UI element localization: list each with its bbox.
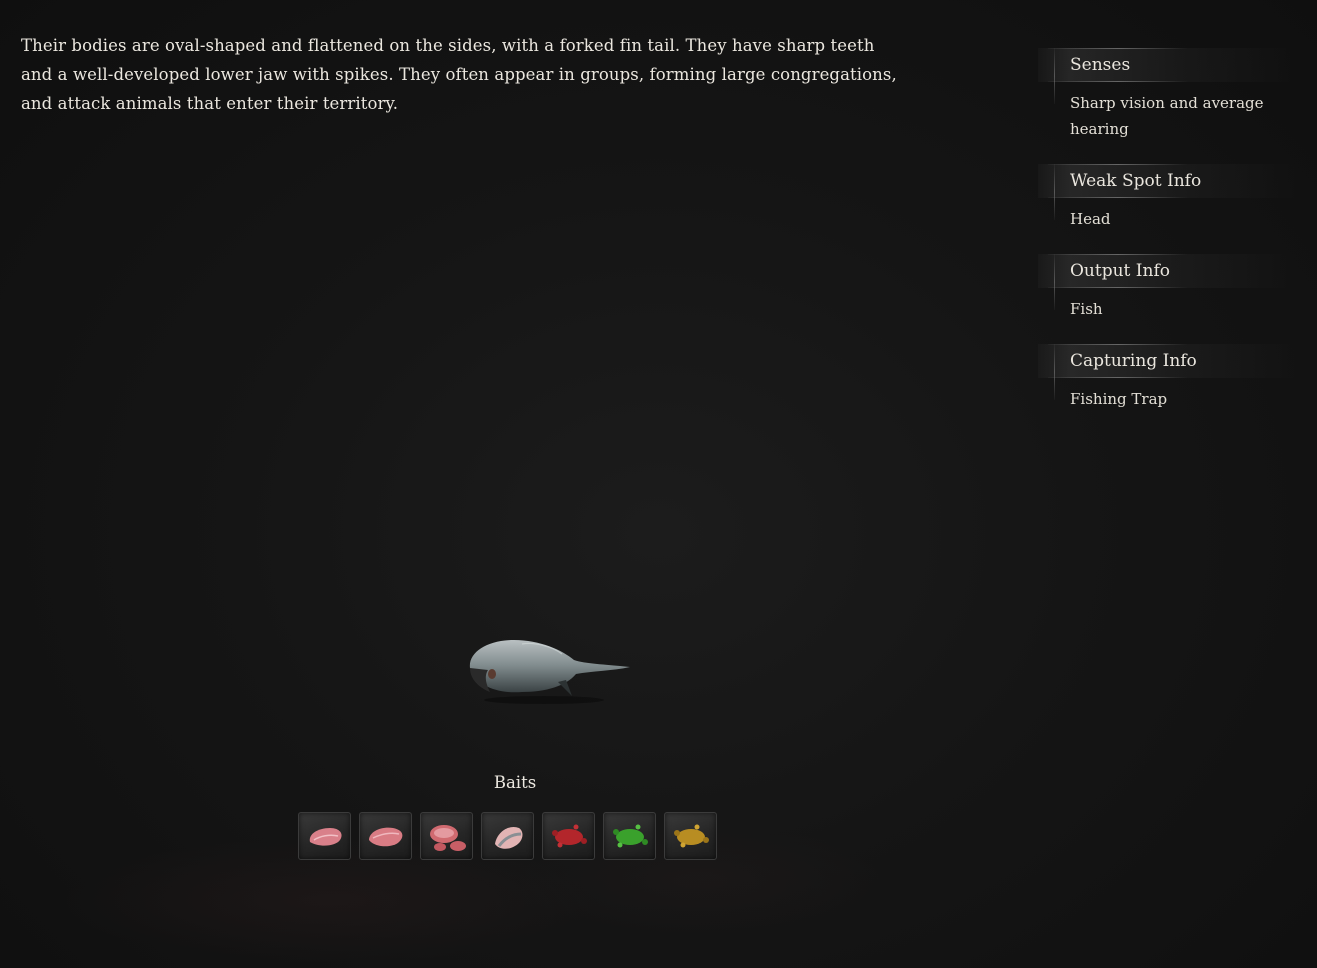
info-value: Head [1070, 210, 1111, 228]
red-bait-splat-icon [551, 824, 587, 848]
green-bait-splat-icon [612, 824, 648, 848]
info-title: Capturing Info [1070, 351, 1197, 371]
info-value: Fishing Trap [1070, 390, 1168, 408]
bait-slot-sliced-meat[interactable] [420, 812, 473, 860]
raw-fish-icon [494, 826, 522, 849]
info-title: Output Info [1070, 261, 1170, 281]
info-value: Fish [1070, 300, 1103, 318]
bait-slot-raw-meat[interactable] [298, 812, 351, 860]
bait-slot-raw-meat-2[interactable] [359, 812, 412, 860]
sliced-meat-icon [429, 825, 466, 851]
info-title: Weak Spot Info [1070, 171, 1202, 191]
raw-meat-icon [368, 827, 402, 847]
info-section-capturing: Capturing Info Fishing Trap [1038, 344, 1298, 412]
baits-label: Baits [493, 773, 537, 792]
info-panel: Senses Sharp vision and average hearing … [1038, 48, 1298, 434]
creature-description: Their bodies are oval-shaped and flatten… [21, 36, 897, 113]
bait-list [298, 812, 717, 860]
info-section-senses: Senses Sharp vision and average hearing [1038, 48, 1298, 142]
fish-model-icon[interactable] [462, 630, 634, 706]
info-section-weak-spot: Weak Spot Info Head [1038, 164, 1298, 232]
yellow-bait-splat-icon [673, 824, 709, 848]
bait-slot-yellow-bait[interactable] [664, 812, 717, 860]
info-section-output: Output Info Fish [1038, 254, 1298, 322]
bait-slot-raw-fish[interactable] [481, 812, 534, 860]
info-value: Sharp vision and average hearing [1070, 94, 1264, 138]
info-title: Senses [1070, 55, 1131, 75]
bait-slot-green-bait[interactable] [603, 812, 656, 860]
raw-meat-icon [309, 828, 342, 846]
bait-slot-red-bait[interactable] [542, 812, 595, 860]
